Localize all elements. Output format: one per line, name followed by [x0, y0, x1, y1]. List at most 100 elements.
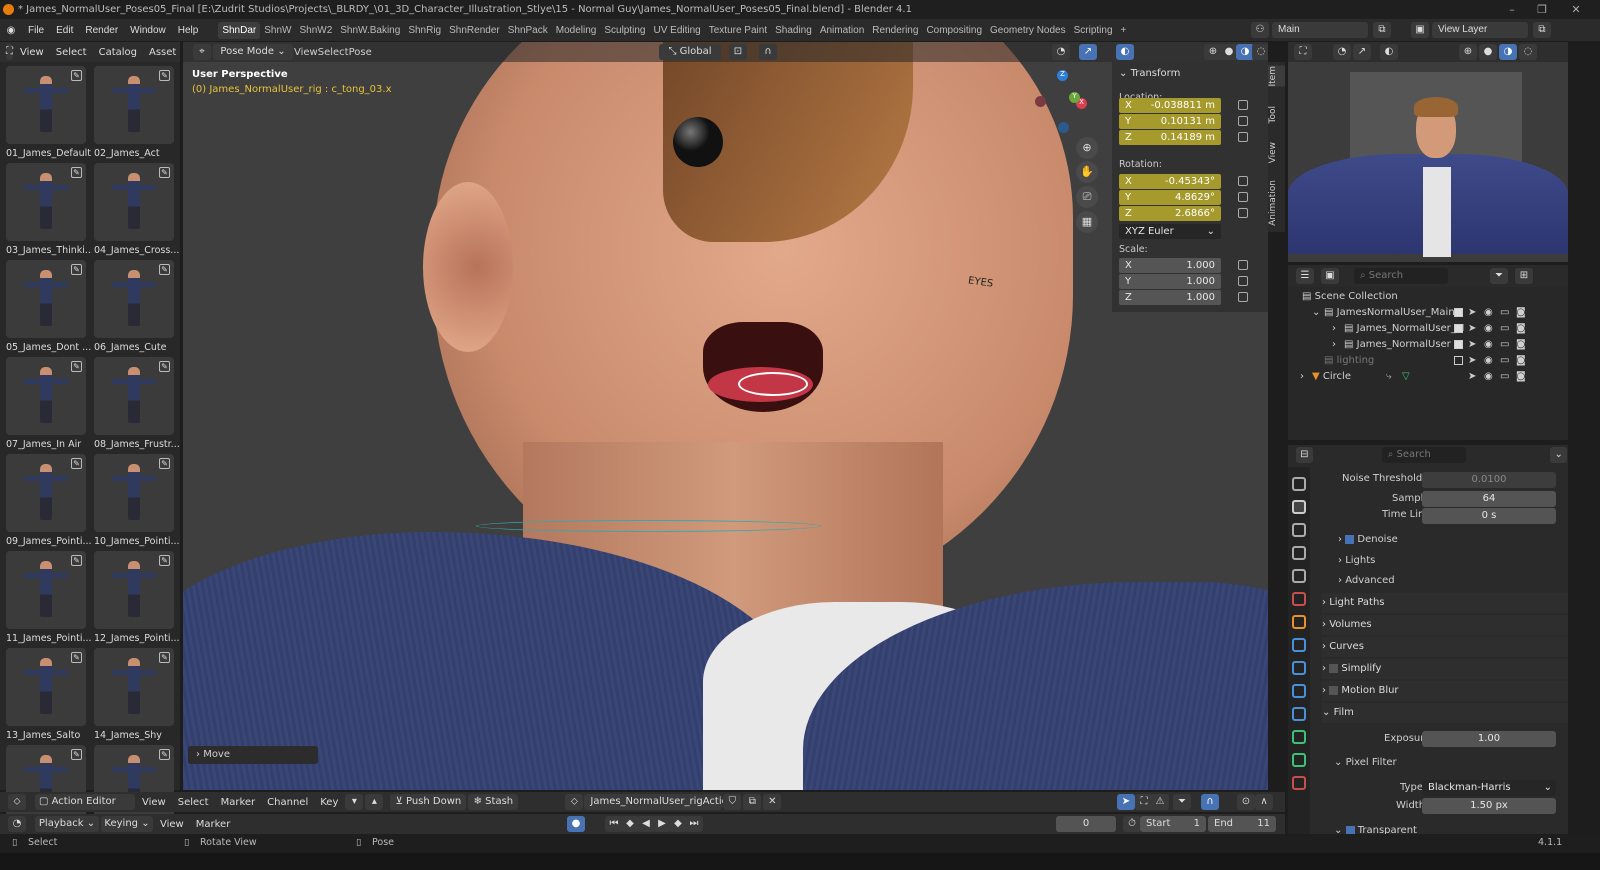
layer-up-icon[interactable]: ▴	[365, 794, 384, 810]
action-menu-view[interactable]: View	[136, 797, 172, 808]
advanced-subpanel[interactable]: › Advanced	[1338, 575, 1395, 586]
asset-thumbnail[interactable]: ✎	[94, 454, 174, 532]
3d-viewport[interactable]: EYES ⌖ Pose Mode ⌄ View Select Pose ⤡ Gl…	[183, 42, 1268, 790]
simplify-checkbox[interactable]	[1329, 663, 1339, 673]
gizmo-z-axis[interactable]: Z	[1057, 70, 1068, 81]
render-camera-icon[interactable]: ◙	[1516, 353, 1526, 369]
viewport-display-icon[interactable]: ▭	[1500, 369, 1509, 385]
edit-icon[interactable]: ✎	[159, 652, 170, 663]
viewport-menu-view[interactable]: View	[294, 47, 318, 58]
display-mode-icon[interactable]: ☰	[1296, 268, 1314, 284]
tab-shndar[interactable]: ShnDar	[218, 21, 261, 39]
tab-shnw-baking[interactable]: ShnW.Baking	[336, 22, 404, 39]
timeline-menu-view[interactable]: View	[154, 819, 190, 830]
bone-tab-icon[interactable]	[1292, 753, 1306, 767]
output-tab-icon[interactable]	[1292, 523, 1306, 537]
samples-field[interactable]: 64	[1422, 491, 1556, 507]
pixel-filter-type-dropdown[interactable]: Blackman-Harris ⌄	[1422, 780, 1556, 796]
view-layer-icon[interactable]: ▣	[1411, 22, 1429, 38]
eye-icon[interactable]: ◉	[1484, 369, 1493, 385]
pixel-filter-subpanel[interactable]: ⌄ Pixel Filter	[1334, 757, 1397, 768]
viewport-display-icon[interactable]: ▭	[1500, 353, 1509, 369]
filter-icon[interactable]: ⏷	[1490, 268, 1508, 284]
viewport-display-icon[interactable]: ▭	[1500, 321, 1509, 337]
asset-thumbnail[interactable]: ✎	[6, 66, 86, 144]
lock-icon[interactable]	[1238, 260, 1248, 270]
render-camera-icon[interactable]: ◙	[1516, 305, 1526, 321]
minimize-button[interactable]: –	[1498, 0, 1526, 19]
viewport-display-icon[interactable]: ▭	[1500, 337, 1509, 353]
gizmo-toggle-icon[interactable]: ↗	[1079, 44, 1097, 60]
asset-thumbnail[interactable]: ✎	[94, 648, 174, 726]
lock-icon[interactable]	[1238, 100, 1248, 110]
edit-icon[interactable]: ✎	[71, 264, 82, 275]
lock-icon[interactable]	[1238, 292, 1248, 302]
auto-snap-icon[interactable]: ∩	[1201, 794, 1219, 810]
edit-icon[interactable]: ✎	[71, 361, 82, 372]
data-tab-icon[interactable]	[1292, 730, 1306, 744]
edit-icon[interactable]: ✎	[71, 167, 82, 178]
denoise-subpanel[interactable]: › Denoise	[1338, 534, 1398, 545]
light-paths-panel[interactable]: › Light Paths	[1322, 593, 1568, 613]
tab-modeling[interactable]: Modeling	[552, 22, 601, 39]
view-layer-tab-icon[interactable]	[1292, 546, 1306, 560]
visibility-icon[interactable]: ◔	[1333, 44, 1351, 60]
volumes-panel[interactable]: › Volumes	[1322, 615, 1568, 635]
exclude-checkbox[interactable]	[1454, 340, 1463, 349]
outliner-row[interactable]: ▤ Scene Collection	[1288, 289, 1568, 305]
outliner-row[interactable]: › ▤ James_NormalUser ➤ ◉ ▭ ◙	[1288, 337, 1568, 353]
editor-type-icon[interactable]: ◔	[8, 816, 26, 832]
snap-icon[interactable]: ∩	[759, 44, 777, 60]
asset-thumbnail[interactable]: ✎	[94, 551, 174, 629]
outliner-row[interactable]: › ▤ James_NormalUser_M ➤ ◉ ▭ ◙	[1288, 321, 1568, 337]
wireframe-shading-icon[interactable]: ⊕	[1459, 44, 1477, 60]
material-shading-icon[interactable]: ◑	[1499, 44, 1517, 60]
editor-type-icon[interactable]: ⊟	[1296, 447, 1313, 463]
menu-help[interactable]: Help	[172, 25, 205, 36]
film-panel[interactable]: ⌄ Film	[1322, 703, 1568, 723]
object-tab-icon[interactable]	[1292, 615, 1306, 629]
options-dropdown-icon[interactable]: ⌄	[1550, 447, 1567, 463]
duplicate-action-icon[interactable]: ⧉	[743, 794, 762, 810]
pivot-icon[interactable]: ⊡	[729, 44, 747, 60]
filter-view-icon[interactable]: ▣	[1321, 268, 1339, 284]
viewport-menu-select[interactable]: Select	[318, 47, 349, 58]
tab-tool[interactable]: Tool	[1268, 106, 1285, 123]
only-selected-icon[interactable]: ➤	[1117, 794, 1135, 810]
last-operator-panel[interactable]: › Move	[188, 746, 318, 764]
location-y-field[interactable]: Y 0.10131 m	[1119, 114, 1221, 129]
asset-thumbnail[interactable]: ✎	[94, 163, 174, 241]
expand-icon[interactable]: ›	[1332, 337, 1336, 353]
lock-icon[interactable]	[1238, 192, 1248, 202]
selectable-icon[interactable]: ➤	[1468, 321, 1476, 337]
camera-preview-viewport[interactable]: ⛶ ◔ ↗ ◐ ⊕ ● ◑ ◌	[1288, 42, 1568, 262]
exclude-checkbox[interactable]	[1454, 324, 1463, 333]
rotation-x-field[interactable]: X -0.45343°	[1119, 174, 1221, 189]
blender-menu-icon[interactable]: ◉	[0, 25, 22, 36]
time-limit-field[interactable]: 0 s	[1422, 508, 1556, 524]
scale-z-field[interactable]: Z 1.000	[1119, 290, 1221, 305]
eye-icon[interactable]: ◉	[1484, 305, 1493, 321]
exclude-checkbox[interactable]	[1454, 356, 1463, 365]
asset-thumbnail[interactable]: ✎	[6, 454, 86, 532]
outliner-row[interactable]: › ▼ Circle ⤷ ▽ ➤ ◉ ▭ ◙	[1288, 369, 1568, 385]
end-frame-field[interactable]: End 11	[1208, 816, 1276, 832]
neck-control[interactable]	[476, 520, 821, 532]
exclude-checkbox[interactable]	[1454, 308, 1463, 317]
scene-icon[interactable]: ⚇	[1251, 22, 1269, 38]
exposure-field[interactable]: 1.00	[1422, 731, 1556, 747]
eye-icon[interactable]: ◉	[1484, 321, 1493, 337]
constraints-tab-icon[interactable]	[1292, 707, 1306, 721]
tab-compositing[interactable]: Compositing	[922, 22, 986, 39]
lock-icon[interactable]	[1238, 276, 1248, 286]
selectable-icon[interactable]: ➤	[1468, 305, 1476, 321]
selected-bone-control[interactable]	[738, 372, 808, 396]
render-camera-icon[interactable]: ◙	[1516, 369, 1526, 385]
ortho-grid-icon[interactable]: ▦	[1076, 211, 1098, 233]
asset-thumbnail[interactable]: ✎	[94, 66, 174, 144]
unlink-action-icon[interactable]: ✕	[763, 794, 782, 810]
tab-view[interactable]: View	[1268, 142, 1285, 163]
tab-shnrender[interactable]: ShnRender	[445, 22, 504, 39]
action-menu-key[interactable]: Key	[314, 797, 344, 808]
expand-icon[interactable]: ›	[1300, 369, 1304, 385]
